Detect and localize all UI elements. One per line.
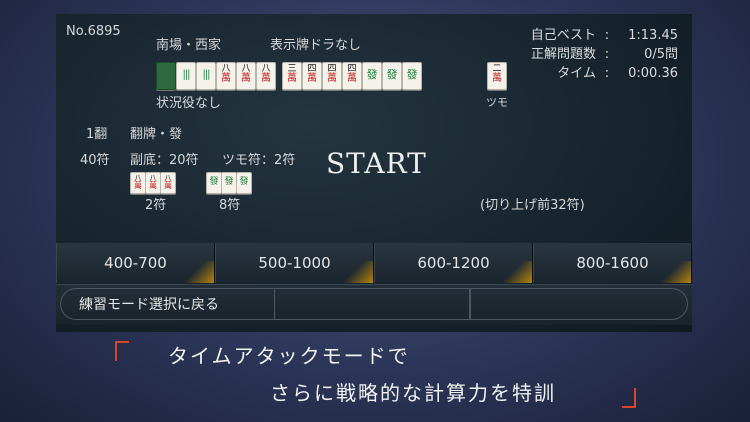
tsumo-fu: ツモ符：2符 <box>222 153 296 168</box>
man-tile: 八萬 <box>236 62 256 90</box>
answer-choices: 400-700 500-1000 600-1200 800-1600 <box>56 243 692 283</box>
problem-number: No.6895 <box>66 24 121 39</box>
win-type: ツモ <box>486 96 508 109</box>
rounding-note: (切り上げ前32符) <box>480 198 585 213</box>
base-fu: 副底：20符 <box>130 153 199 168</box>
man-tile: 三萬 <box>282 62 302 90</box>
situation-yaku: 状況役なし <box>156 96 222 111</box>
man-tile: 八萬 <box>130 172 146 194</box>
stat-time: タイム:0:00.36 <box>557 66 678 81</box>
fu-total: 40符 <box>80 153 110 168</box>
bottom-bar: 練習モード選択に戻る <box>56 284 692 325</box>
dora-info: 表示牌ドラなし <box>270 38 362 53</box>
round-wind: 南場・西家 <box>156 38 222 53</box>
man-tile: 八萬 <box>256 62 276 90</box>
yaku-name: 翻牌・發 <box>130 127 183 142</box>
sou-tile: ||| <box>196 62 216 90</box>
start-label[interactable]: START <box>326 147 427 180</box>
caption-line1: タイムアタックモードで <box>168 344 410 368</box>
man-tile: 八萬 <box>160 172 176 194</box>
stat-correct: 正解問題数:0/5問 <box>530 47 678 62</box>
choice-button[interactable]: 400-700 <box>56 243 215 283</box>
choice-button[interactable]: 500-1000 <box>215 243 374 283</box>
choice-button[interactable]: 600-1200 <box>374 243 533 283</box>
bar-segment <box>470 288 688 320</box>
stat-best: 自己ベスト:1:13.45 <box>530 28 678 43</box>
back-to-practice-button[interactable]: 練習モード選択に戻る <box>60 288 274 320</box>
hatsu-tile: 發 <box>236 172 252 194</box>
man-tile: 四萬 <box>302 62 322 90</box>
hatsu-tile: 發 <box>362 62 382 90</box>
game-screen: No.6895 南場・西家 表示牌ドラなし 自己ベスト:1:13.45 正解問題… <box>56 14 692 332</box>
caption-line2: さらに戦略的な計算力を特訓 <box>270 381 556 405</box>
meld1-fu: 2符 <box>145 198 167 213</box>
sou-tile: ||| <box>176 62 196 90</box>
man-tile: 八萬 <box>216 62 236 90</box>
han-count: 1翻 <box>86 127 108 142</box>
choice-button[interactable]: 800-1600 <box>533 243 692 283</box>
man-tile: 八萬 <box>145 172 161 194</box>
hatsu-tile: 發 <box>402 62 422 90</box>
caption-bracket-close <box>622 388 636 408</box>
hatsu-tile: 發 <box>221 172 237 194</box>
bar-segment <box>274 288 470 320</box>
caption-bracket-open <box>115 341 129 361</box>
man-tile: 四萬 <box>322 62 342 90</box>
meld2-fu: 8符 <box>219 198 241 213</box>
tile-back <box>156 62 176 90</box>
hatsu-tile: 發 <box>382 62 402 90</box>
man-tile: 四萬 <box>342 62 362 90</box>
man-tile: 二萬 <box>487 62 507 90</box>
hatsu-tile: 發 <box>206 172 222 194</box>
